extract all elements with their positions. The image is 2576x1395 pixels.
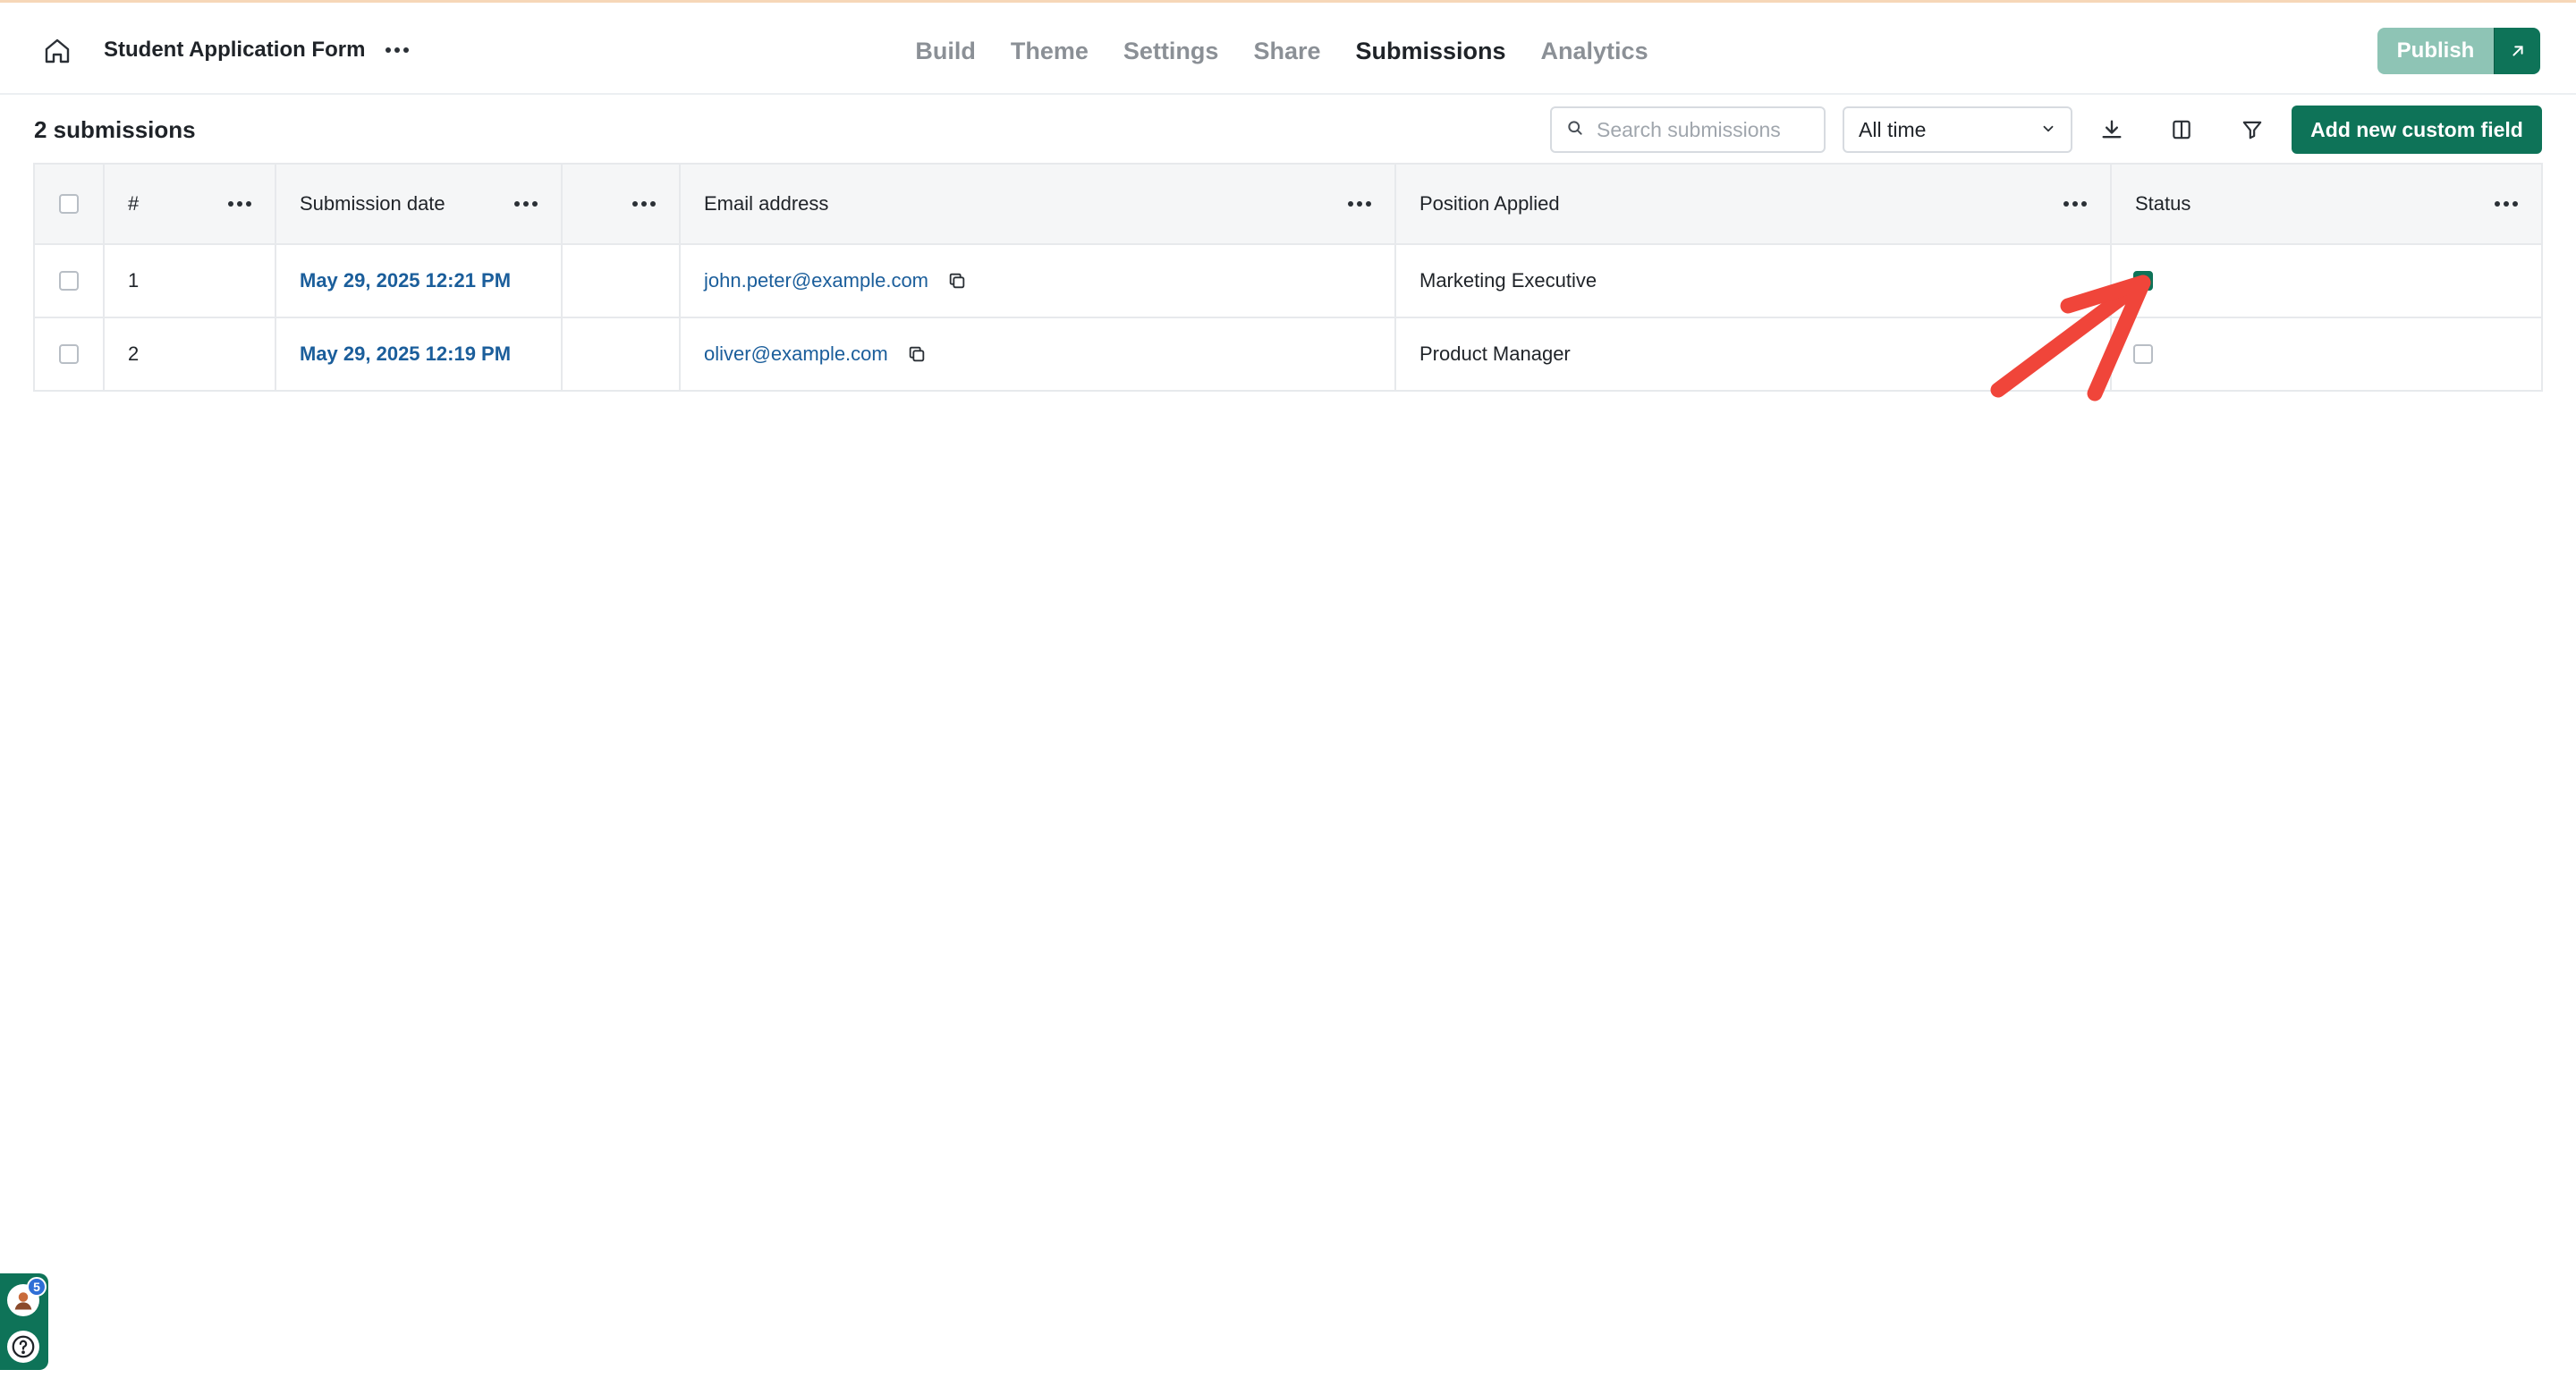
row-position: Product Manager (1396, 318, 2112, 390)
notification-badge: 5 (27, 1277, 47, 1297)
search-input[interactable] (1597, 117, 1811, 142)
submission-date-link[interactable]: May 29, 2025 12:21 PM (300, 269, 511, 292)
submission-date-link[interactable]: May 29, 2025 12:19 PM (300, 342, 511, 366)
row-blank-cell (563, 318, 681, 390)
form-more-icon[interactable] (379, 35, 415, 65)
chevron-down-icon (2040, 118, 2056, 142)
tab-build[interactable]: Build (915, 33, 976, 69)
tab-share[interactable]: Share (1253, 33, 1320, 69)
row-blank-cell (563, 245, 681, 317)
row-checkbox[interactable] (59, 271, 79, 291)
copy-icon[interactable] (906, 343, 928, 365)
publish-button[interactable]: Publish (2377, 28, 2494, 74)
row-date-cell: May 29, 2025 12:19 PM (276, 318, 563, 390)
column-label: Position Applied (1419, 192, 1560, 215)
column-more-icon[interactable] (225, 195, 255, 213)
column-more-icon[interactable] (1344, 195, 1375, 213)
search-icon (1566, 119, 1584, 141)
columns-icon[interactable] (2161, 109, 2202, 150)
column-label: # (128, 192, 140, 215)
column-header-number: # (105, 165, 276, 243)
column-header-date: Submission date (276, 165, 563, 243)
arrow-up-right-icon[interactable] (2494, 28, 2540, 74)
row-checkbox[interactable] (59, 344, 79, 364)
time-filter-select[interactable]: All time (1843, 106, 2072, 153)
column-label: Submission date (300, 192, 445, 215)
row-select-cell (35, 318, 105, 390)
row-status-cell (2112, 245, 2541, 317)
search-box[interactable] (1550, 106, 1826, 153)
row-email-cell: john.peter@example.com (681, 245, 1396, 317)
submissions-table: # Submission date Email address Position… (33, 163, 2543, 392)
column-header-email: Email address (681, 165, 1396, 243)
table-row[interactable]: 1 May 29, 2025 12:21 PM john.peter@examp… (35, 245, 2541, 318)
form-title: Student Application Form (104, 38, 366, 62)
row-position: Marketing Executive (1396, 245, 2112, 317)
table-row[interactable]: 2 May 29, 2025 12:19 PM oliver@example.c… (35, 318, 2541, 392)
column-more-icon[interactable] (2060, 195, 2090, 213)
tab-settings[interactable]: Settings (1123, 33, 1219, 69)
column-label: Email address (704, 192, 829, 215)
submission-count: 2 submissions (34, 116, 196, 143)
column-more-icon[interactable] (2491, 195, 2521, 213)
column-header-position: Position Applied (1396, 165, 2112, 243)
publish-group: Publish (2377, 28, 2540, 74)
table-header-row: # Submission date Email address Position… (35, 165, 2541, 245)
copy-icon[interactable] (946, 270, 968, 292)
row-email-cell: oliver@example.com (681, 318, 1396, 390)
email-link[interactable]: john.peter@example.com (704, 269, 928, 292)
column-header-status: Status (2112, 165, 2541, 243)
column-more-icon[interactable] (629, 195, 659, 213)
header-select-cell (35, 165, 105, 243)
column-label: Status (2135, 192, 2191, 215)
email-link[interactable]: oliver@example.com (704, 342, 888, 366)
help-icon[interactable] (7, 1331, 39, 1363)
time-filter-value: All time (1859, 117, 1927, 141)
download-icon[interactable] (2091, 109, 2132, 150)
select-all-checkbox[interactable] (59, 194, 79, 214)
tab-theme[interactable]: Theme (1011, 33, 1089, 69)
row-date-cell: May 29, 2025 12:21 PM (276, 245, 563, 317)
status-checkbox[interactable] (2133, 344, 2153, 364)
tab-analytics[interactable]: Analytics (1541, 33, 1648, 69)
top-bar: Student Application Form Build Theme Set… (0, 0, 2576, 95)
row-number: 2 (105, 318, 276, 390)
status-checkbox[interactable] (2133, 271, 2153, 291)
tab-submissions[interactable]: Submissions (1355, 33, 1505, 69)
add-custom-field-button[interactable]: Add new custom field (2292, 106, 2542, 154)
row-number: 1 (105, 245, 276, 317)
home-icon[interactable] (39, 33, 75, 69)
support-widget: 5 (0, 1273, 48, 1370)
row-select-cell (35, 245, 105, 317)
filter-icon[interactable] (2232, 109, 2273, 150)
column-more-icon[interactable] (511, 195, 541, 213)
row-status-cell (2112, 318, 2541, 390)
column-header-blank (563, 165, 681, 243)
